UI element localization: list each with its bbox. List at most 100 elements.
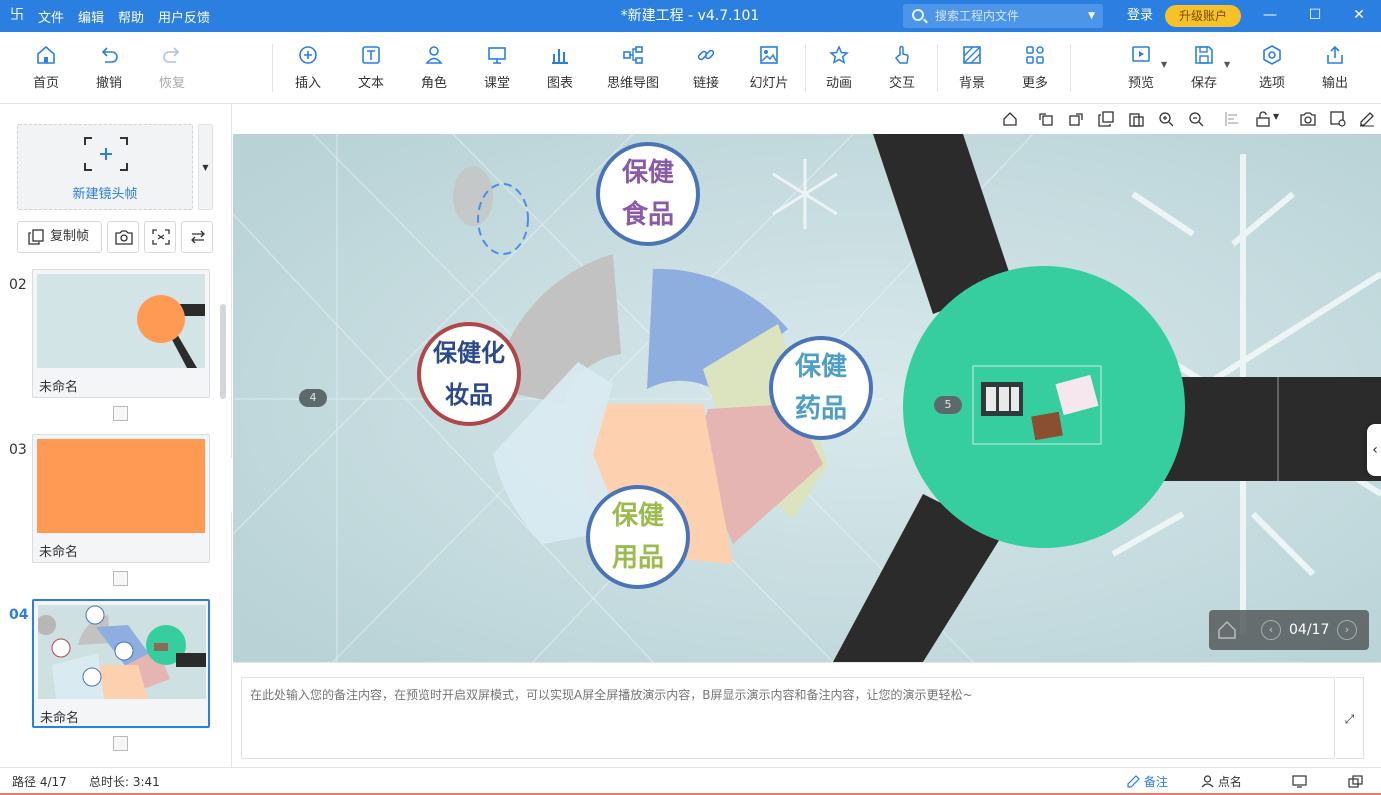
notes-toggle[interactable]: 备注 [1127, 768, 1168, 795]
toolbar-divider [272, 44, 273, 92]
classroom-button[interactable]: 课堂 [469, 44, 525, 91]
notes-area: ⤢ [233, 662, 1381, 767]
insert-button[interactable]: 插入 [280, 44, 336, 91]
login-link[interactable]: 登录 [1127, 0, 1153, 32]
options-label: 选项 [1258, 76, 1285, 91]
new-frame-label: 新建镜头帧 [72, 187, 138, 202]
more-button[interactable]: 更多 [1007, 44, 1063, 91]
background-button[interactable]: 背景 [944, 44, 1000, 91]
status-bar: 路径 4/17 总时长: 3:41 备注 点名 [0, 767, 1381, 795]
options-button[interactable]: 选项 [1244, 44, 1300, 91]
camera-icon[interactable] [1300, 111, 1316, 127]
home-button[interactable]: 首页 [18, 44, 74, 91]
slide-number: 02 [9, 277, 27, 293]
lock-dropdown-icon[interactable]: ▼ [1273, 112, 1279, 121]
frame-marker[interactable]: 5 [934, 396, 962, 414]
slide-card[interactable]: 未命名 [32, 269, 210, 398]
rotate-right-icon[interactable] [1068, 111, 1084, 127]
project-search-input[interactable]: 搜索工程内文件 ▼ [903, 4, 1103, 28]
transition-icon[interactable] [113, 736, 128, 751]
rotate-left-icon[interactable] [1038, 111, 1054, 127]
screen-icon[interactable] [1292, 768, 1307, 795]
menu-edit[interactable]: 编辑 [78, 7, 104, 26]
interaction-button[interactable]: 交互 [874, 44, 930, 91]
zoom-out-icon[interactable] [1188, 111, 1204, 127]
frame-marker[interactable]: 4 [299, 389, 327, 407]
bubble-health-supplies[interactable]: 保健 用品 [586, 485, 690, 589]
slide-name: 未命名 [40, 711, 80, 726]
role-button[interactable]: 角色 [406, 44, 462, 91]
fit-frame-button[interactable] [144, 221, 176, 253]
save-dropdown-icon[interactable]: ▼ [1224, 60, 1230, 69]
slide-thumbnail [37, 439, 205, 533]
home-view-icon[interactable] [1002, 111, 1018, 127]
undo-button[interactable]: 撤销 [81, 44, 137, 91]
minimize-button[interactable]: — [1247, 0, 1293, 32]
transition-icon[interactable] [113, 571, 128, 586]
canvas-toolbar: ▼ [233, 104, 1381, 134]
menu-feedback[interactable]: 用户反馈 [158, 7, 210, 26]
bubble-health-cosmetics[interactable]: 保健化 妆品 [417, 322, 521, 426]
rollcall-button[interactable]: 点名 [1201, 768, 1242, 795]
zoom-in-icon[interactable] [1158, 111, 1174, 127]
chevron-down-icon[interactable]: ▼ [1088, 4, 1095, 28]
export-button[interactable]: 输出 [1307, 44, 1363, 91]
slide-name: 未命名 [39, 380, 79, 395]
slideshow-button[interactable]: 幻灯片 [741, 44, 797, 91]
bubble-health-medicine[interactable]: 保健 药品 [769, 336, 873, 440]
preview-dropdown-icon[interactable]: ▼ [1161, 60, 1167, 69]
slide-card-active[interactable]: 未命名 [32, 599, 210, 728]
redo-label: 恢复 [158, 76, 185, 91]
menu-help[interactable]: 帮助 [118, 7, 144, 26]
slide-thumbnail [38, 605, 206, 699]
toolbar-divider [937, 44, 938, 92]
expand-notes-icon[interactable]: ⤢ [1336, 677, 1364, 759]
maximize-button[interactable]: ☐ [1292, 0, 1338, 32]
new-frame-dropdown[interactable]: ▼ [198, 124, 213, 210]
animation-button[interactable]: 动画 [811, 44, 867, 91]
home-icon[interactable] [1217, 620, 1237, 640]
image-settings-icon[interactable] [1330, 111, 1346, 127]
app-logo-icon: 卐 [10, 7, 24, 23]
menu-file[interactable]: 文件 [38, 7, 64, 26]
grid-icon [1026, 46, 1044, 64]
link-button[interactable]: 链接 [678, 44, 734, 91]
align-icon[interactable] [1224, 111, 1240, 127]
chart-button[interactable]: 图表 [532, 44, 588, 91]
paste-icon[interactable] [1128, 111, 1144, 127]
link-label: 链接 [692, 76, 719, 91]
slide-name: 未命名 [39, 545, 79, 560]
redo-button[interactable]: 恢复 [144, 44, 200, 91]
bubble-food-label: 保健 食品 [621, 158, 674, 230]
expand-right-panel-toggle[interactable]: ‹ [1367, 424, 1381, 476]
total-duration: 总时长: 3:41 [89, 775, 160, 789]
toolbar-divider [805, 44, 806, 92]
transition-icon[interactable] [113, 406, 128, 421]
edit-icon[interactable] [1359, 111, 1375, 127]
bubble-health-food[interactable]: 保健 食品 [596, 142, 700, 246]
text-button[interactable]: 文本 [343, 44, 399, 91]
snapshot-button[interactable] [107, 221, 139, 253]
lock-icon[interactable] [1255, 111, 1271, 127]
person-icon [425, 46, 443, 64]
panel-scrollbar[interactable] [220, 304, 226, 399]
mindmap-button[interactable]: 思维导图 [600, 44, 666, 91]
text-label: 文本 [357, 76, 384, 91]
edit-canvas[interactable]: 保健 食品 保健化 妆品 保健 药品 保健 用品 4 5 ‹ 04/17 › ‹ [233, 134, 1381, 662]
new-frame-button[interactable]: 新建镜头帧 [17, 124, 193, 210]
copy-frame-button[interactable]: 复制帧 [17, 221, 102, 253]
page-indicator: 04/17 [1289, 622, 1330, 638]
next-frame-button[interactable]: › [1337, 620, 1357, 640]
slide-card[interactable]: 未命名 [32, 434, 210, 563]
bubble-supplies-label: 保健 用品 [611, 501, 664, 573]
reorder-button[interactable] [181, 221, 213, 253]
notes-input[interactable] [241, 677, 1335, 759]
prev-frame-button[interactable]: ‹ [1261, 620, 1281, 640]
close-button[interactable]: ✕ [1336, 0, 1381, 32]
window-mode-icon[interactable] [1348, 768, 1363, 795]
path-status: 路径 4/17 [12, 775, 67, 789]
chart-label: 图表 [546, 76, 573, 91]
duplicate-icon[interactable] [1098, 111, 1114, 127]
window-title: *新建工程 - v4.7.101 [620, 8, 760, 24]
upgrade-account-button[interactable]: 升级账户 [1165, 5, 1241, 27]
